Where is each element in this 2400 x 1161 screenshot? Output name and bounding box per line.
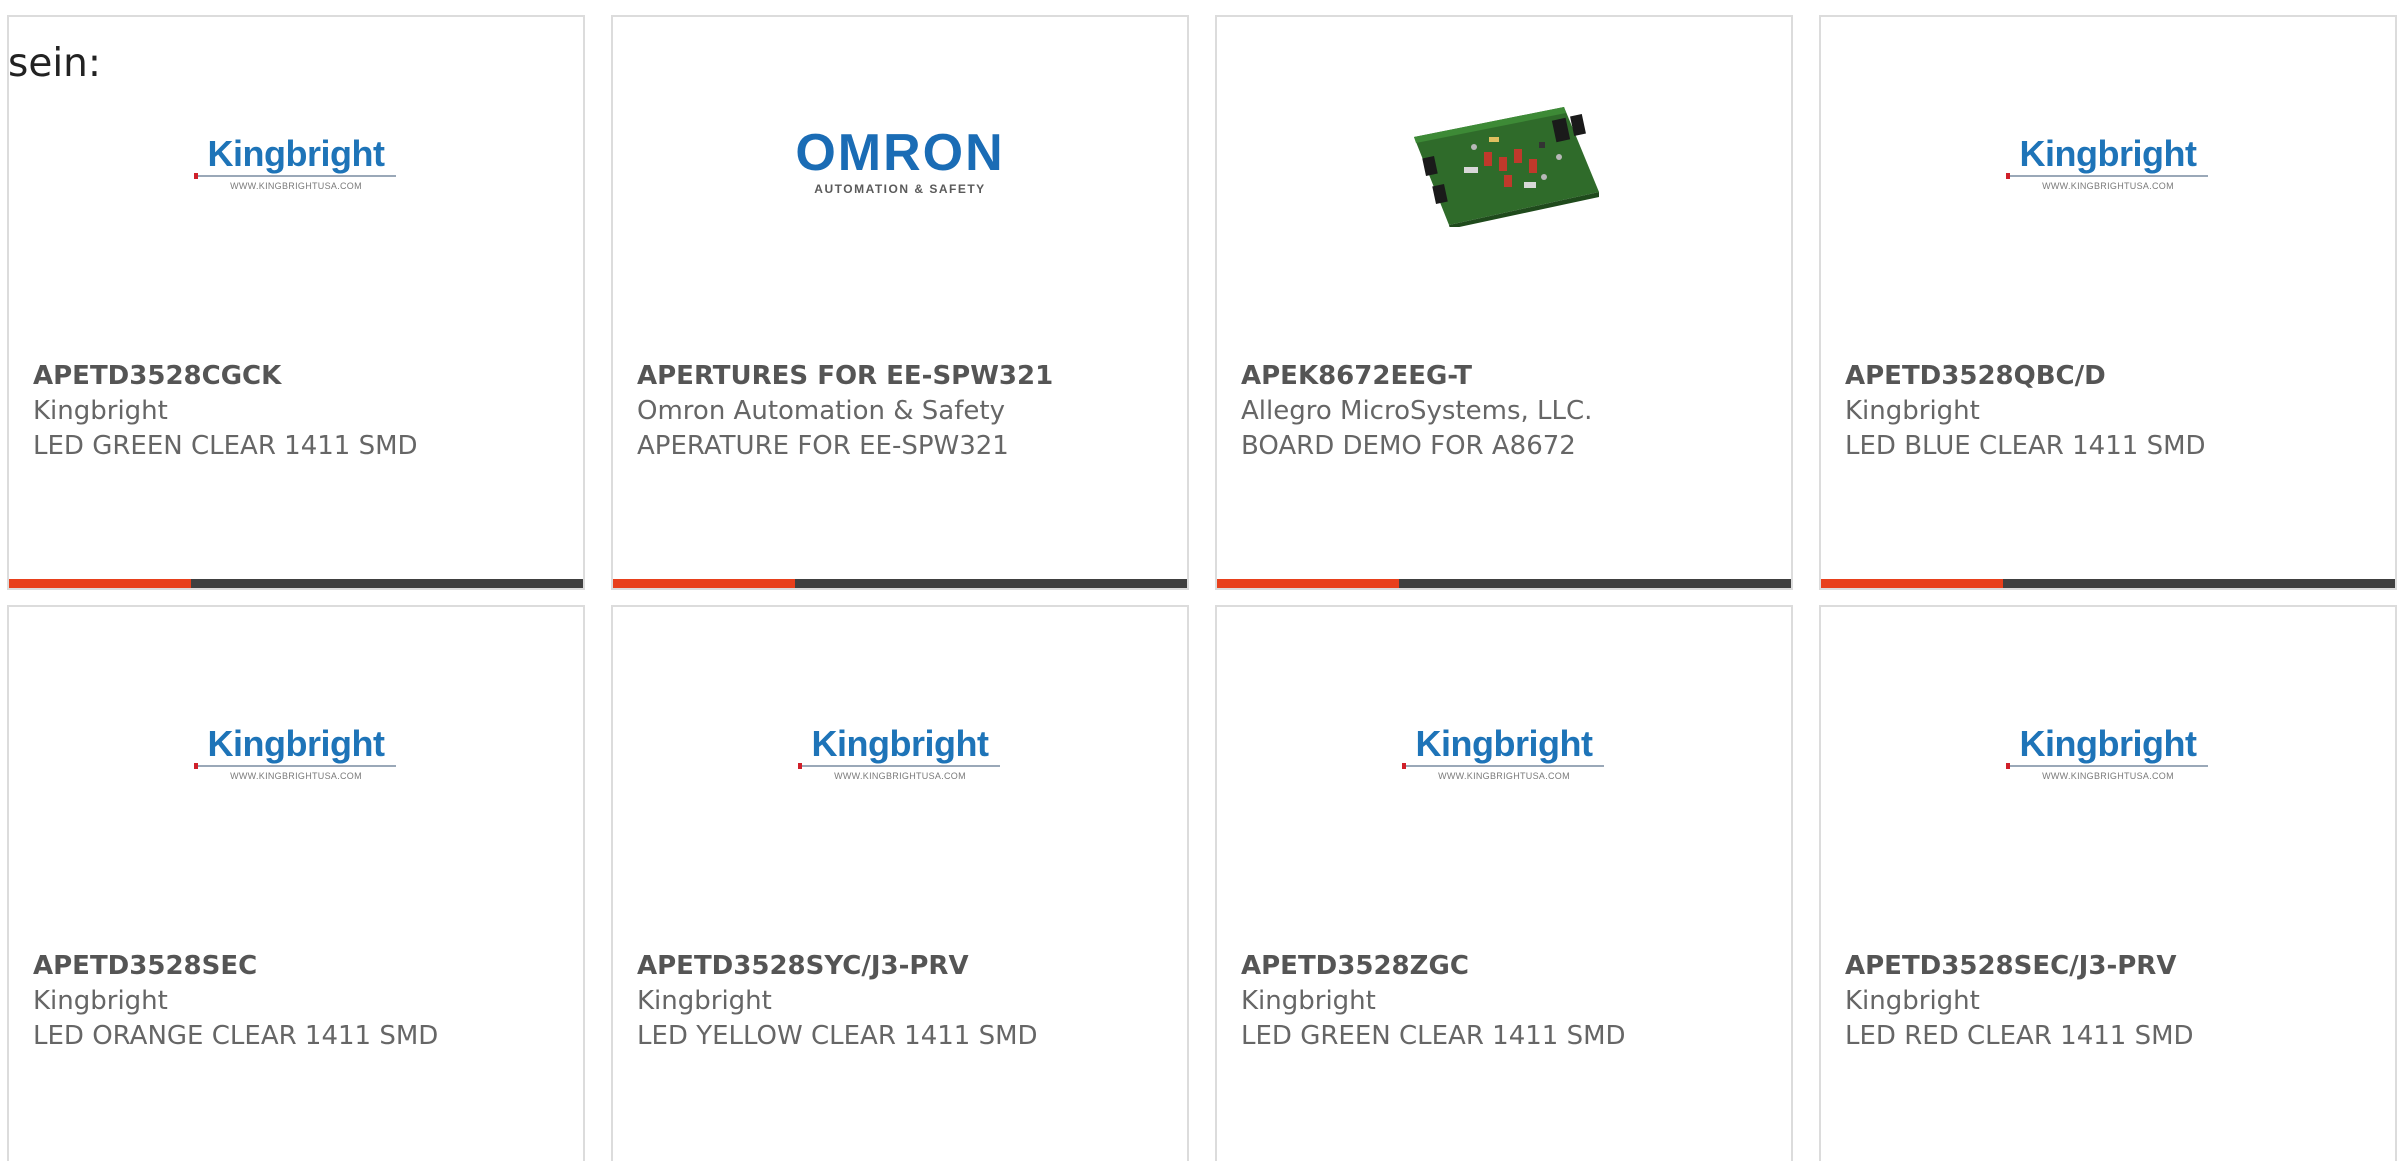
product-card[interactable]: Kingbright WWW.KINGBRIGHTUSA.COM APETD35… [1819, 605, 2397, 1161]
product-grid-page: sein: Kingbright WWW.KINGBRIGHTUSA.COM A… [0, 0, 2400, 1161]
part-number-link[interactable]: APETD3528SYC/J3-PRV [637, 949, 1177, 984]
product-card[interactable]: Kingbright WWW.KINGBRIGHTUSA.COM APETD35… [1819, 15, 2397, 590]
manufacturer-name: Kingbright [33, 986, 168, 1016]
kingbright-logo: Kingbright WWW.KINGBRIGHTUSA.COM [1402, 723, 1604, 781]
pcb-board-photo [1414, 107, 1599, 227]
product-description: LED BLUE CLEAR 1411 SMD [1845, 431, 2206, 461]
product-image[interactable] [1217, 97, 1791, 227]
product-description: LED YELLOW CLEAR 1411 SMD [637, 1021, 1038, 1051]
product-image[interactable]: Kingbright WWW.KINGBRIGHTUSA.COM [1217, 687, 1791, 817]
manufacturer-name: Kingbright [1845, 986, 1980, 1016]
product-description: LED GREEN CLEAR 1411 SMD [33, 431, 418, 461]
kingbright-logo: Kingbright WWW.KINGBRIGHTUSA.COM [2006, 133, 2208, 191]
part-number-link[interactable]: APETD3528ZGC [1241, 949, 1781, 984]
product-description: LED ORANGE CLEAR 1411 SMD [33, 1021, 439, 1051]
kingbright-logo: Kingbright WWW.KINGBRIGHTUSA.COM [194, 133, 396, 191]
product-image[interactable]: Kingbright WWW.KINGBRIGHTUSA.COM [9, 687, 583, 817]
product-image[interactable]: Kingbright WWW.KINGBRIGHTUSA.COM [613, 687, 1187, 817]
card-footer-bar [1217, 579, 1791, 588]
card-footer-bar [1821, 579, 2395, 588]
product-card[interactable]: Kingbright WWW.KINGBRIGHTUSA.COM APETD35… [611, 605, 1189, 1161]
kingbright-logo: Kingbright WWW.KINGBRIGHTUSA.COM [2006, 723, 2208, 781]
card-footer-bar [613, 579, 1187, 588]
product-card[interactable]: Kingbright WWW.KINGBRIGHTUSA.COM APETD35… [7, 15, 585, 590]
manufacturer-name: Kingbright [1845, 396, 1980, 426]
intro-text: sein: [8, 41, 102, 86]
part-number-link[interactable]: APETD3528SEC [33, 949, 573, 984]
part-number-link[interactable]: APERTURES FOR EE-SPW321 [637, 359, 1177, 394]
card-footer-bar [9, 579, 583, 588]
manufacturer-name: Kingbright [637, 986, 772, 1016]
manufacturer-name: Kingbright [33, 396, 168, 426]
part-number-link[interactable]: APEK8672EEG-T [1241, 359, 1781, 394]
product-card[interactable]: Kingbright WWW.KINGBRIGHTUSA.COM APETD35… [7, 605, 585, 1161]
product-description: APERATURE FOR EE-SPW321 [637, 431, 1009, 461]
product-card[interactable]: Kingbright WWW.KINGBRIGHTUSA.COM APETD35… [1215, 605, 1793, 1161]
product-image[interactable]: OMRON AUTOMATION & SAFETY [613, 97, 1187, 227]
kingbright-logo: Kingbright WWW.KINGBRIGHTUSA.COM [194, 723, 396, 781]
product-image[interactable]: Kingbright WWW.KINGBRIGHTUSA.COM [9, 97, 583, 227]
product-description: LED RED CLEAR 1411 SMD [1845, 1021, 2194, 1051]
manufacturer-name: Omron Automation & Safety [637, 396, 1005, 426]
manufacturer-name: Kingbright [1241, 986, 1376, 1016]
product-description: LED GREEN CLEAR 1411 SMD [1241, 1021, 1626, 1051]
product-image[interactable]: Kingbright WWW.KINGBRIGHTUSA.COM [1821, 687, 2395, 817]
part-number-link[interactable]: APETD3528QBC/D [1845, 359, 2385, 394]
product-image[interactable]: Kingbright WWW.KINGBRIGHTUSA.COM [1821, 97, 2395, 227]
part-number-link[interactable]: APETD3528SEC/J3-PRV [1845, 949, 2385, 984]
product-description: BOARD DEMO FOR A8672 [1241, 431, 1576, 461]
omron-logo: OMRON AUTOMATION & SAFETY [795, 124, 1005, 196]
product-card[interactable]: APEK8672EEG-T Allegro MicroSystems, LLC.… [1215, 15, 1793, 590]
kingbright-logo: Kingbright WWW.KINGBRIGHTUSA.COM [798, 723, 1000, 781]
manufacturer-name: Allegro MicroSystems, LLC. [1241, 396, 1593, 426]
product-card[interactable]: OMRON AUTOMATION & SAFETY APERTURES FOR … [611, 15, 1189, 590]
part-number-link[interactable]: APETD3528CGCK [33, 359, 573, 394]
